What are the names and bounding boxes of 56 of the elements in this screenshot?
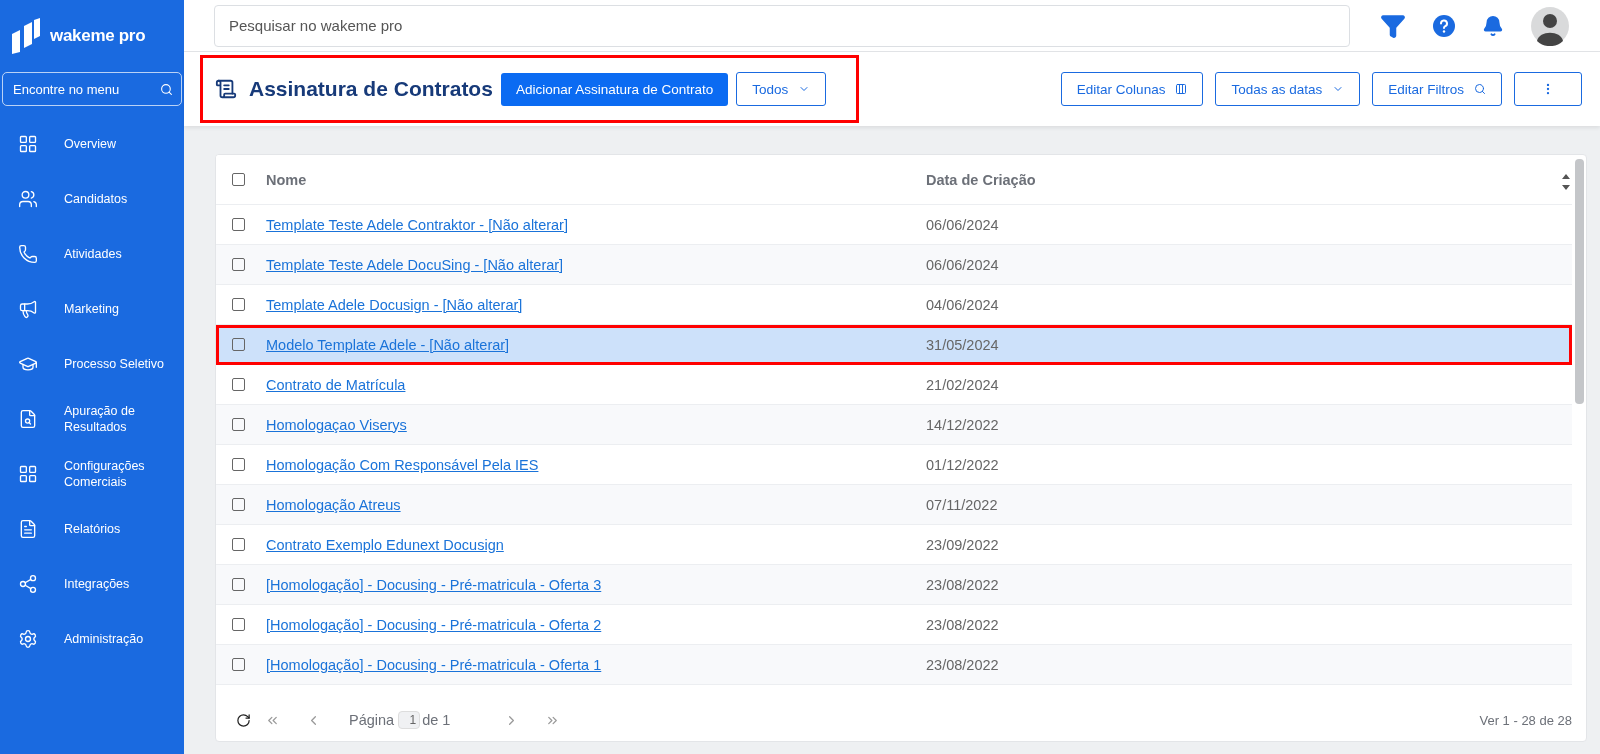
nav-item[interactable]: Configurações Comerciais (0, 446, 184, 501)
date-cell-text: 23/09/2022 (926, 536, 1000, 553)
table-row[interactable]: [Homologação] - Docusing - Pré-matricula - Oferta 3 23/08/2022 (216, 565, 1572, 605)
action-button[interactable]: Editar Colunas (1060, 72, 1204, 106)
date-cell-text: 23/08/2022 (926, 656, 1000, 673)
date-cell-text: 14/12/2022 (926, 416, 1000, 433)
nav-item[interactable]: Processo Seletivo (0, 336, 184, 391)
date-cell-text: 01/12/2022 (926, 456, 1000, 473)
search-field[interactable]: Pesquisar no wakeme pro (214, 4, 1350, 47)
contract-link[interactable]: Template Adele Docusign - [Não alterar] (266, 296, 523, 313)
filter-dropdown[interactable]: Todos (736, 72, 827, 106)
contract-link[interactable]: Template Teste Adele DocuSing - [Não alterar] (266, 256, 564, 273)
contract-link[interactable]: Contrato de Matrícula (266, 376, 406, 393)
table-row[interactable]: Modelo Template Adele - [Não alterar] 31/05/2024 (216, 325, 1572, 365)
menu-search-input[interactable]: Encontre no menu (11, 80, 156, 98)
table-row[interactable]: Homologação Atreus 07/11/2022 (216, 485, 1572, 525)
contract-link[interactable]: [Homologação] - Docusing - Pré-matricula - Oferta 2 (266, 616, 602, 633)
nav-item[interactable]: Integrações (0, 556, 184, 611)
contract-link[interactable]: Homologação Com Responsável Pela IES (266, 456, 539, 473)
date-cell-text: 23/08/2022 (926, 576, 1000, 593)
nav-item[interactable]: Atividades (0, 226, 184, 281)
nav-item[interactable]: Apuração de Resultados (0, 391, 184, 446)
nav-item[interactable]: Relatórios (0, 501, 184, 556)
table-row[interactable]: [Homologação] - Docusing - Pré-matricula - Oferta 1 23/08/2022 (216, 645, 1572, 685)
contract-link[interactable]: Homologaçao Viserys (266, 416, 407, 433)
contract-link[interactable]: [Homologação] - Docusing - Pré-matricula - Oferta 3 (266, 576, 602, 593)
page-label: Página (349, 712, 395, 728)
add-button[interactable]: Adicionar Assinatura de Contrato (500, 72, 729, 106)
date-cell-text: 07/11/2022 (926, 496, 999, 513)
table-row[interactable]: Homologaçao Viserys 14/12/2022 (216, 405, 1572, 445)
nav-item[interactable]: Overview (0, 116, 184, 171)
date-cell-text: 06/06/2024 (926, 256, 1000, 273)
date-cell-text: 21/02/2024 (926, 376, 1000, 393)
date-cell-text: 04/06/2024 (926, 296, 1000, 313)
date-cell-text: 23/08/2022 (926, 616, 1000, 633)
record-count: Ver 1 - 28 de 28 (1479, 712, 1572, 728)
page-field[interactable]: 1 (398, 711, 421, 729)
page-title: Assinatura de Contratos (249, 77, 493, 101)
contract-link[interactable]: Homologação Atreus (266, 496, 401, 513)
menu-search-field[interactable]: Encontre no menu (2, 72, 182, 106)
brand-name: wakeme pro (50, 26, 146, 46)
nav-item[interactable]: Marketing (0, 281, 184, 336)
date-cell-text: 06/06/2024 (926, 216, 1000, 233)
page-count: de 1 (422, 712, 451, 728)
action-button[interactable]: Todas as datas (1215, 72, 1361, 106)
contract-link[interactable]: Template Teste Adele Contraktor - [Não alterar] (266, 216, 568, 233)
contract-link[interactable]: Modelo Template Adele - [Não alterar] (266, 336, 510, 353)
table-row[interactable]: Template Teste Adele DocuSing - [Não alterar] 06/06/2024 (216, 245, 1572, 285)
column-header[interactable]: Data de Criação (926, 171, 1572, 188)
contract-link[interactable]: [Homologação] - Docusing - Pré-matricula - Oferta 1 (266, 656, 602, 673)
column-header[interactable]: Nome (266, 171, 926, 188)
contract-link[interactable]: Contrato Exemplo Edunext Docusign (266, 536, 504, 553)
nav-item[interactable]: Candidatos (0, 171, 184, 226)
date-cell-text: 31/05/2024 (926, 336, 1000, 353)
nav-item[interactable]: Administração (0, 611, 184, 666)
action-button[interactable]: Editar Filtros (1372, 72, 1502, 106)
